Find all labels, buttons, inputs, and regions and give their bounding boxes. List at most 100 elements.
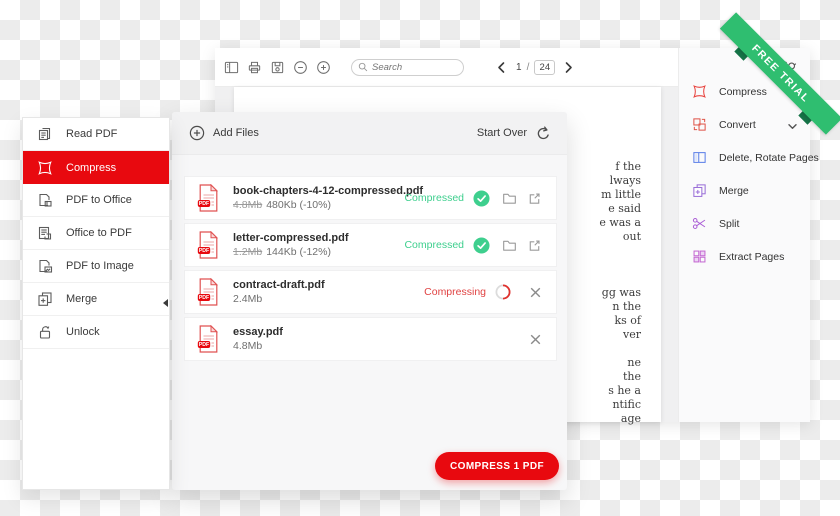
- file-list: PDF book-chapters-4-12-compressed.pdf 4.…: [172, 155, 567, 361]
- previous-page-icon[interactable]: [495, 61, 508, 74]
- zoom-in-icon[interactable]: [316, 60, 331, 75]
- file-name: essay.pdf: [233, 326, 283, 338]
- file-size: 1.2Mb 144Kb (-12%): [233, 246, 349, 258]
- sidebar-item-compress[interactable]: Compress: [23, 151, 169, 184]
- file-size: 4.8Mb: [233, 340, 283, 352]
- original-size: 1.2Mb: [233, 246, 262, 258]
- unlock-icon: [37, 324, 53, 340]
- page-divider: /: [527, 62, 530, 73]
- result-size: 144Kb (-12%): [266, 246, 331, 258]
- file-size: 4.8Mb 480Kb (-10%): [233, 199, 404, 211]
- result-size: 480Kb (-10%): [266, 199, 331, 211]
- open-file-icon[interactable]: [527, 191, 542, 206]
- document-text-line: [599, 258, 641, 272]
- sidebar-item-label: PDF to Office: [66, 194, 132, 206]
- pdf-to-image-icon: [37, 258, 53, 274]
- pdf-file-icon: PDF: [197, 231, 219, 259]
- start-over-label: Start Over: [477, 127, 527, 139]
- compress-icon: [692, 84, 707, 99]
- compress-icon: [37, 160, 53, 176]
- document-text-line: s he a: [599, 384, 641, 398]
- file-row: PDF letter-compressed.pdf 1.2Mb 144Kb (-1…: [184, 223, 557, 267]
- sidebar-item-pdf-to-office[interactable]: PDF to Office: [23, 184, 169, 217]
- feature-sidebar: Read PDF Compress PDF to Office Office t…: [22, 117, 170, 490]
- sidebar-item-merge[interactable]: Merge: [23, 283, 169, 316]
- add-files-button[interactable]: Add Files: [189, 125, 259, 141]
- transparent-checkerboard-canvas: 1 / 24 f thelwaysm littlee saide was aou…: [0, 0, 840, 516]
- tool-split[interactable]: Split: [679, 207, 810, 240]
- current-page-number: 1: [516, 62, 522, 73]
- document-text-line: ne: [599, 356, 641, 370]
- start-over-button[interactable]: Start Over: [477, 126, 551, 141]
- open-folder-icon[interactable]: [502, 238, 517, 253]
- file-row-controls: Compressing: [424, 284, 542, 300]
- open-folder-icon[interactable]: [502, 191, 517, 206]
- file-meta: letter-compressed.pdf 1.2Mb 144Kb (-12%): [233, 232, 349, 258]
- split-scissors-icon: [692, 216, 707, 231]
- svg-text:PDF: PDF: [199, 342, 209, 348]
- file-size-value: 4.8Mb: [233, 340, 262, 352]
- tool-label: Compress: [719, 86, 767, 98]
- tools-sidebar: Compress Convert Delete, Rotate Pages: [678, 48, 810, 422]
- save-icon[interactable]: [270, 60, 285, 75]
- sidebar-item-label: Office to PDF: [66, 227, 132, 239]
- tool-label: Extract Pages: [719, 251, 784, 263]
- document-text-line: n the: [599, 300, 641, 314]
- convert-icon: [692, 117, 707, 132]
- sidebar-item-label: Unlock: [66, 326, 100, 338]
- sidebar-item-label: Compress: [66, 162, 116, 174]
- open-file-icon[interactable]: [527, 238, 542, 253]
- file-row-controls: Compressed: [404, 190, 542, 207]
- tool-merge[interactable]: Merge: [679, 174, 810, 207]
- sidebar-item-read-pdf[interactable]: Read PDF: [23, 118, 169, 151]
- tool-label: Delete, Rotate Pages: [719, 152, 819, 164]
- total-pages-box[interactable]: 24: [534, 60, 555, 75]
- file-meta: book-chapters-4-12-compressed.pdf 4.8Mb4…: [233, 185, 404, 211]
- tool-convert[interactable]: Convert: [679, 108, 810, 141]
- office-to-pdf-icon: [37, 225, 53, 241]
- pdf-to-office-icon: [37, 192, 53, 208]
- document-text-line: f the: [599, 160, 641, 174]
- tool-delete-rotate-pages[interactable]: Delete, Rotate Pages: [679, 141, 810, 174]
- document-text-line: e said: [599, 202, 641, 216]
- sidebar-item-pdf-to-image[interactable]: PDF to Image: [23, 250, 169, 283]
- svg-text:PDF: PDF: [199, 201, 209, 207]
- check-circle-icon: [473, 190, 490, 207]
- file-row: PDF book-chapters-4-12-compressed.pdf 4.…: [184, 176, 557, 220]
- document-text-line: m little: [599, 188, 641, 202]
- sidebar-collapse-arrow-icon[interactable]: [163, 299, 168, 307]
- file-name: letter-compressed.pdf: [233, 232, 349, 244]
- file-meta: essay.pdf 4.8Mb: [233, 326, 283, 352]
- remove-file-icon[interactable]: [529, 333, 542, 346]
- document-text: f thelwaysm littlee saide was aout gg wa…: [599, 160, 641, 426]
- compress-button[interactable]: COMPRESS 1 PDF: [435, 452, 559, 480]
- extract-pages-icon: [692, 249, 707, 264]
- progress-spinner-icon: [495, 284, 511, 300]
- merge-icon: [37, 291, 53, 307]
- file-name: book-chapters-4-12-compressed.pdf: [233, 185, 404, 197]
- document-text-line: ntific: [599, 398, 641, 412]
- pdf-file-icon: PDF: [197, 325, 219, 353]
- tool-label: Merge: [719, 185, 749, 197]
- compress-panel: Add Files Start Over PDF: [172, 112, 567, 490]
- sidebar-item-office-to-pdf[interactable]: Office to PDF: [23, 217, 169, 250]
- sidebar-panel-icon[interactable]: [224, 60, 239, 75]
- tool-extract-pages[interactable]: Extract Pages: [679, 240, 810, 273]
- next-page-icon[interactable]: [562, 61, 575, 74]
- svg-text:PDF: PDF: [199, 248, 209, 254]
- original-size: 4.8Mb: [233, 199, 262, 211]
- document-text-line: [599, 272, 641, 286]
- file-meta: contract-draft.pdf 2.4Mb: [233, 279, 325, 305]
- file-row-controls: [517, 333, 542, 346]
- print-icon[interactable]: [247, 60, 262, 75]
- chevron-down-icon[interactable]: [787, 119, 798, 130]
- file-name: contract-draft.pdf: [233, 279, 325, 291]
- delete-rotate-pages-icon: [692, 150, 707, 165]
- search-input[interactable]: [372, 62, 456, 73]
- document-text-line: out: [599, 230, 641, 244]
- remove-file-icon[interactable]: [529, 286, 542, 299]
- sidebar-item-unlock[interactable]: Unlock: [23, 316, 169, 349]
- sidebar-item-label: Merge: [66, 293, 97, 305]
- zoom-out-icon[interactable]: [293, 60, 308, 75]
- search-box: [351, 59, 464, 76]
